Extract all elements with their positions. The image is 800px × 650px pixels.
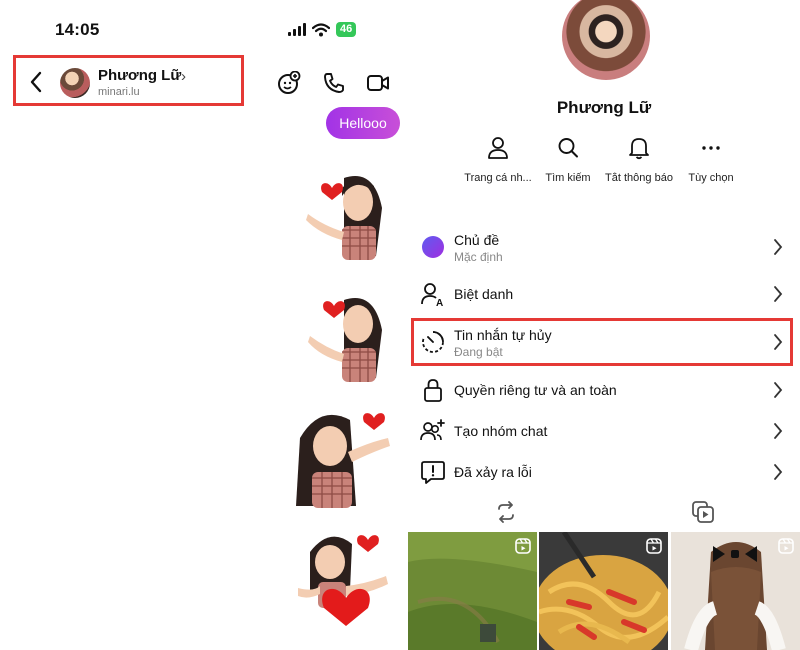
reel-thumbnail[interactable] [408,532,537,650]
settings-row-create-group[interactable]: Tạo nhóm chat [408,410,800,454]
wifi-icon [312,22,330,36]
phone-icon[interactable] [322,71,346,95]
back-icon[interactable] [28,70,44,94]
profile-button[interactable]: Trang cá nh... [458,136,538,184]
media-gallery-icon[interactable] [691,500,715,524]
reels-repost-icon[interactable] [494,500,518,524]
sticker-icon[interactable] [277,71,301,95]
chevron-right-icon [774,286,783,302]
chat-panel: 14:05 46 Phương Lữ › minari.lu Hellooo [0,0,405,650]
mute-button-label: Tắt thông báo [605,172,673,184]
profile-icon [488,137,508,159]
chevron-right-icon [774,239,783,255]
settings-row-privacy[interactable]: Quyền riêng tư và an toàn [408,369,800,413]
settings-row-theme[interactable]: Chủ đề Mặc định [408,226,800,270]
alert-icon [421,461,445,484]
profile-button-label: Trang cá nh... [464,172,532,184]
options-button-label: Tùy chọn [688,172,734,184]
reel-thumbnail[interactable] [671,532,800,650]
vanish-title: Tin nhắn tự hủy [454,327,552,343]
bell-icon [629,138,649,160]
more-icon [702,146,720,150]
privacy-title: Quyền riêng tư và an toàn [454,382,617,398]
vanish-subtitle: Đang bật [454,345,503,359]
chevron-right-icon [774,423,783,439]
settings-row-report[interactable]: Đã xảy ra lỗi [408,451,800,495]
avatar-sticker[interactable] [304,168,388,264]
profile-photo[interactable] [562,0,650,80]
settings-row-nickname[interactable]: A Biệt danh [408,273,800,317]
message-bubble[interactable]: Hellooo [326,107,400,139]
theme-icon [422,236,444,258]
chevron-right-icon [774,464,783,480]
details-panel: Phương Lữ Trang cá nh... Tìm kiếm Tắt th… [408,0,800,650]
options-button[interactable]: Tùy chọn [671,136,751,184]
theme-title: Chủ đề [454,232,500,248]
settings-row-vanish-mode[interactable]: Tin nhắn tự hủy Đang bật [408,321,800,365]
search-button[interactable]: Tìm kiếm [528,136,608,184]
svg-text:A: A [436,298,443,307]
theme-subtitle: Mặc định [454,250,503,264]
contact-name[interactable]: Phương Lữ [98,67,181,84]
nickname-title: Biệt danh [454,286,514,302]
status-time: 14:05 [55,20,100,39]
mute-button[interactable]: Tắt thông báo [599,136,679,184]
contact-handle: minari.lu [98,86,140,98]
reel-icon [515,538,531,554]
reel-icon [778,538,794,554]
add-group-icon [420,419,445,441]
battery-icon: 46 [336,22,357,37]
timer-icon [422,331,444,353]
profile-name: Phương Lữ [556,98,652,117]
reel-icon [646,538,662,554]
create-group-title: Tạo nhóm chat [454,423,548,439]
search-icon [558,138,578,158]
chevron-right-icon[interactable]: › [181,68,186,85]
chevron-right-icon [774,382,783,398]
search-button-label: Tìm kiếm [545,172,591,184]
media-tabs [408,500,800,528]
nickname-icon: A [421,283,443,307]
lock-icon [424,379,442,402]
status-icons: 46 [288,22,357,37]
avatar-sticker[interactable] [304,292,388,384]
signal-icon [288,23,306,36]
reel-thumbnail[interactable] [539,532,668,650]
avatar-sticker[interactable] [296,528,400,628]
report-title: Đã xảy ra lỗi [454,464,532,480]
avatar-sticker[interactable] [290,408,402,508]
action-bar: Trang cá nh... Tìm kiếm Tắt thông báo Tù… [458,136,748,192]
video-call-icon[interactable] [366,71,390,95]
chevron-right-icon [774,334,783,350]
avatar[interactable] [60,68,90,98]
